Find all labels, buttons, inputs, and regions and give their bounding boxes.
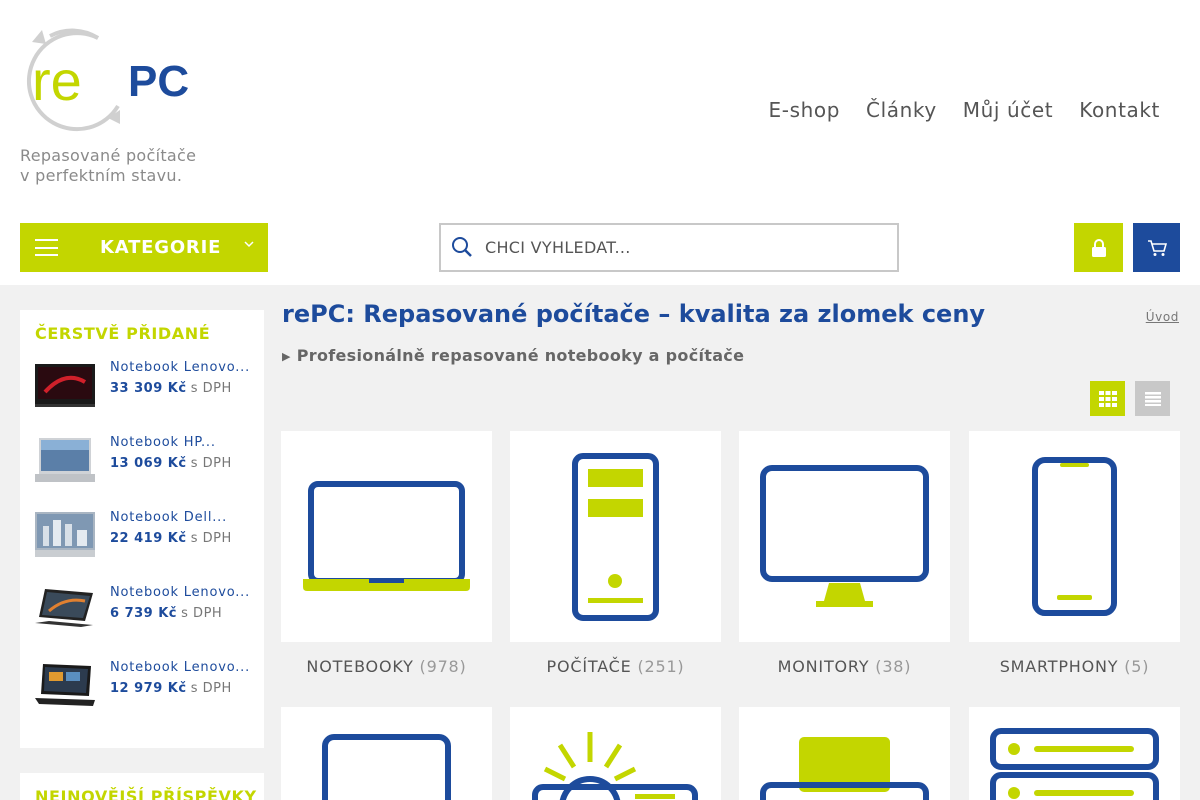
svg-text:re: re [32, 49, 82, 112]
page-title: rePC: Repasované počítače – kvalita za z… [282, 300, 986, 328]
grid-icon [1098, 390, 1117, 407]
category-card-tablets[interactable] [281, 707, 492, 800]
repc-logo[interactable]: re PC [20, 28, 205, 132]
main-nav: E-shop Články Můj účet Kontakt [769, 98, 1160, 122]
nav-articles[interactable]: Články [866, 98, 937, 122]
list-item[interactable]: Notebook Lenovo... 6 739 Kč s DPH [35, 585, 260, 645]
category-card-projectors[interactable] [510, 707, 721, 800]
subtitle-toggle[interactable]: ▶ Profesionálně repasované notebooky a po… [282, 346, 744, 365]
category-label[interactable]: NOTEBOOKY (978) [281, 657, 492, 676]
nav-contact[interactable]: Kontakt [1079, 98, 1160, 122]
categories-button[interactable]: KATEGORIE [20, 223, 268, 272]
category-label[interactable]: MONITORY (38) [739, 657, 950, 676]
list-item[interactable]: Notebook Dell... 22 419 Kč s DPH [35, 510, 260, 570]
category-card-smartphones[interactable] [969, 431, 1180, 642]
grid-view-button[interactable] [1090, 381, 1125, 416]
category-label[interactable]: SMARTPHONY (5) [969, 657, 1180, 676]
product-thumbnail [35, 589, 93, 627]
category-card-servers[interactable] [969, 707, 1180, 800]
tagline: Repasované počítače v perfektním stavu. [20, 146, 197, 185]
category-card-notebooks[interactable] [281, 431, 492, 642]
laptop-icon [281, 431, 492, 642]
product-thumbnail [35, 512, 95, 557]
site-header: re PC Repasované počítače v perfektním s… [0, 0, 1200, 285]
latest-posts-title: NEJNOVĚJŠÍ PŘÍSPĚVKY [35, 787, 257, 800]
product-thumbnail [35, 438, 95, 482]
cart-icon [1147, 239, 1167, 256]
chevron-down-icon [244, 241, 254, 248]
printer-icon [739, 707, 950, 800]
projector-icon [510, 707, 721, 800]
server-icon [969, 707, 1180, 800]
category-card-computers[interactable] [510, 431, 721, 642]
list-item[interactable]: Notebook Lenovo... 33 309 Kč s DPH [35, 360, 260, 420]
category-card-monitors[interactable] [739, 431, 950, 642]
list-view-button[interactable] [1135, 381, 1170, 416]
sidebar-title: ČERSTVĚ PŘIDANÉ [35, 324, 211, 343]
monitor-icon [739, 431, 950, 642]
breadcrumb[interactable]: Úvod [1146, 310, 1179, 324]
recently-added-panel: ČERSTVĚ PŘIDANÉ Notebook Lenovo... 33 30… [20, 310, 264, 748]
list-item[interactable]: Notebook Lenovo... 12 979 Kč s DPH [35, 660, 260, 720]
hamburger-icon [35, 239, 58, 256]
categories-label: KATEGORIE [100, 237, 222, 258]
expand-triangle-icon: ▶ [282, 350, 291, 363]
product-thumbnail [35, 664, 95, 706]
login-button[interactable] [1074, 223, 1123, 272]
search-box [439, 223, 899, 272]
search-icon [452, 237, 472, 257]
search-input[interactable] [485, 225, 885, 270]
category-label[interactable]: POČÍTAČE (251) [510, 657, 721, 676]
nav-eshop[interactable]: E-shop [769, 98, 840, 122]
latest-posts-panel: NEJNOVĚJŠÍ PŘÍSPĚVKY [20, 773, 264, 800]
list-icon [1144, 391, 1161, 406]
product-thumbnail [35, 364, 95, 407]
tablet-icon [281, 707, 492, 800]
desktop-tower-icon [510, 431, 721, 642]
list-item[interactable]: Notebook HP... 13 069 Kč s DPH [35, 435, 260, 495]
smartphone-icon [969, 431, 1180, 642]
svg-text:PC: PC [128, 57, 189, 106]
cart-button[interactable] [1133, 223, 1180, 272]
category-card-printers[interactable] [739, 707, 950, 800]
nav-my-account[interactable]: Můj účet [963, 98, 1053, 122]
lock-icon [1091, 238, 1106, 257]
